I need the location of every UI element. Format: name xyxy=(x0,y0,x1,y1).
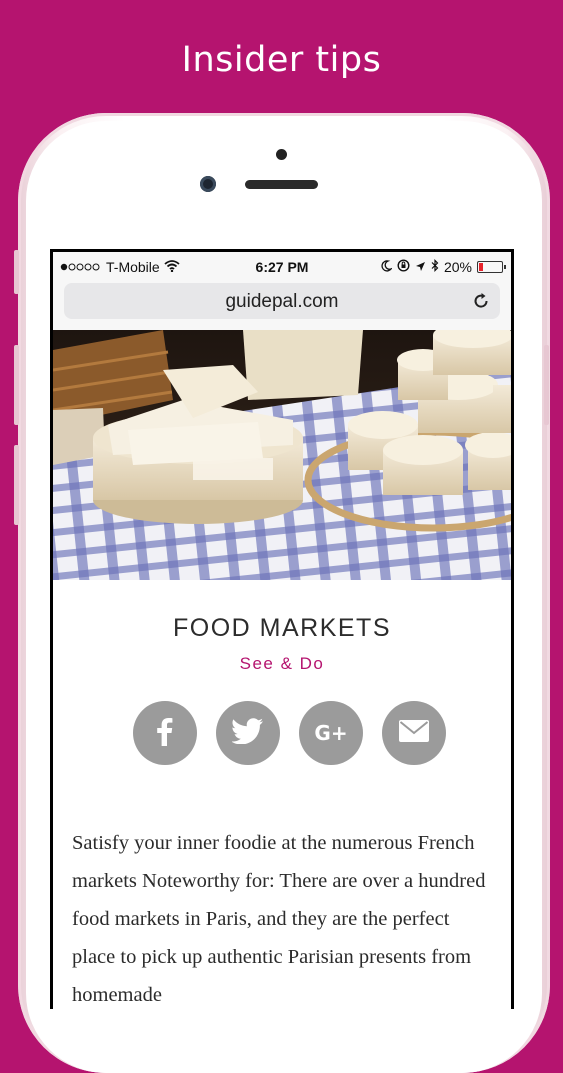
hero-photo xyxy=(53,330,511,580)
share-twitter-button[interactable] xyxy=(216,701,280,765)
article-category-link[interactable]: See & Do xyxy=(53,654,511,674)
email-icon xyxy=(399,719,429,747)
share-buttons: G+ xyxy=(133,701,447,765)
address-bar[interactable]: guidepal.com xyxy=(64,283,500,319)
twitter-icon xyxy=(231,717,264,749)
share-google-plus-button[interactable]: G+ xyxy=(299,701,363,765)
browser-view: T-Mobile 6:27 PM 20% guidepal.com FOOD M… xyxy=(53,252,511,1009)
promo-headline: Insider tips xyxy=(181,40,382,80)
proximity-sensor xyxy=(276,149,287,160)
status-bar: T-Mobile 6:27 PM 20% xyxy=(53,252,511,280)
battery-icon xyxy=(477,261,506,273)
phone-volume-down xyxy=(14,445,19,525)
phone-screen: T-Mobile 6:27 PM 20% guidepal.com FOOD M… xyxy=(50,249,514,1009)
cheese-market-image xyxy=(53,330,511,580)
google-plus-icon: G+ xyxy=(314,721,348,745)
browser-toolbar: guidepal.com xyxy=(53,280,511,330)
rotation-lock-icon xyxy=(397,259,410,275)
article-title: FOOD MARKETS xyxy=(172,614,391,642)
bluetooth-icon xyxy=(431,259,439,275)
battery-percent: 20% xyxy=(443,259,472,275)
earpiece-speaker xyxy=(245,180,318,189)
url-text: guidepal.com xyxy=(225,291,339,312)
share-email-button[interactable] xyxy=(382,701,446,765)
share-facebook-button[interactable] xyxy=(133,701,197,765)
status-right: 20% xyxy=(381,259,506,275)
phone-volume-up xyxy=(14,345,19,425)
article-body: Satisfy your inner foodie at the numerou… xyxy=(72,832,486,1006)
phone-mute-switch xyxy=(14,250,19,294)
moon-icon xyxy=(381,259,393,275)
battery-level xyxy=(479,263,483,271)
front-camera xyxy=(200,176,216,192)
battery-tip xyxy=(504,265,506,269)
phone-power-button xyxy=(544,345,549,425)
facebook-icon xyxy=(153,716,177,751)
reload-icon[interactable] xyxy=(471,291,491,311)
location-arrow-icon xyxy=(415,259,426,275)
